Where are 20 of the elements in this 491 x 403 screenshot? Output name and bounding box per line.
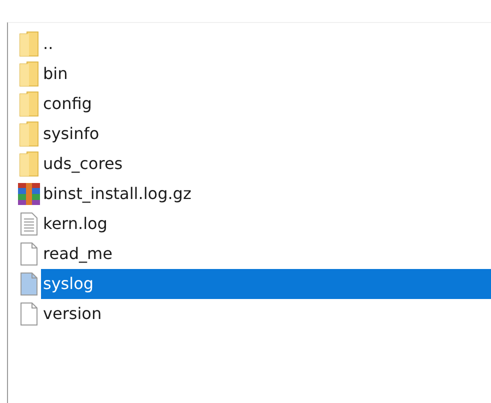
folder-icon (19, 61, 39, 87)
folder-icon (19, 31, 39, 57)
file-name[interactable]: read_me (41, 239, 491, 269)
file-icon (20, 302, 38, 326)
file-name[interactable]: uds_cores (41, 149, 491, 179)
file-name[interactable]: syslog (41, 269, 491, 299)
file-name[interactable]: config (41, 89, 491, 119)
file-name[interactable]: bin (41, 59, 491, 89)
archive-icon (18, 183, 40, 205)
file-name[interactable]: binst_install.log.gz (41, 179, 491, 209)
file-icon (20, 242, 38, 266)
file-name[interactable]: version (41, 299, 491, 329)
text-file-icon (20, 212, 38, 236)
file-name[interactable]: .. (41, 29, 491, 59)
folder-icon (19, 151, 39, 177)
file-icon (20, 272, 38, 296)
folder-icon (19, 91, 39, 117)
folder-icon (19, 121, 39, 147)
file-name[interactable]: kern.log (41, 209, 491, 239)
file-name[interactable]: sysinfo (41, 119, 491, 149)
